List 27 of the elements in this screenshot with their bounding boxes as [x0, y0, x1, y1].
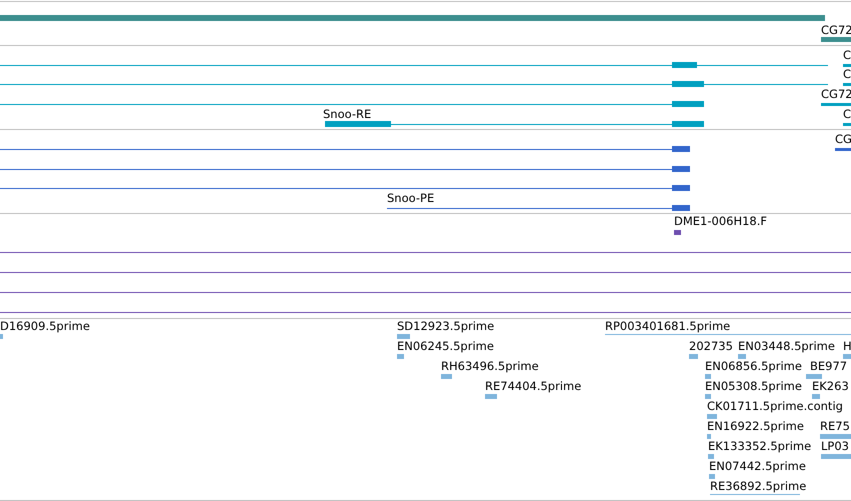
feature-label: D16909.5prime [0, 320, 90, 333]
feature-label: Snoo-PE [387, 192, 434, 205]
feature-label: EN07442.5prime [709, 460, 806, 473]
feature-label: C [843, 108, 851, 121]
feature-label: LP03 [821, 440, 849, 453]
feature-label: Snoo-RE [323, 108, 372, 121]
feature-label: SD12923.5prime [397, 320, 494, 333]
feature-label: RE74404.5prime [485, 380, 582, 393]
feature-label: DME1-006H18.F [674, 215, 768, 228]
feature-label: EN06856.5prime [705, 360, 802, 373]
feature-label: RE75 [820, 420, 850, 433]
feature-label: 202735 [689, 340, 733, 353]
feature-label: BE977 [810, 360, 848, 373]
feature-label: EK133352.5prime [708, 440, 812, 453]
feature-label: EN03448.5prime [738, 340, 835, 353]
feature-label: CG [835, 133, 851, 146]
feature-label: C [843, 49, 851, 62]
feature-label: CK01711.5prime.contig [707, 400, 843, 413]
feature-label: EN05308.5prime [705, 380, 802, 393]
feature-label: EN06245.5prime [397, 340, 494, 353]
feature-label: H [843, 340, 851, 353]
feature-label: EK263 [812, 380, 849, 393]
feature-label: RE36892.5prime [710, 480, 806, 493]
feature-label: RP003401681.5prime [605, 320, 730, 333]
feature-label: RH63496.5prime [441, 360, 539, 373]
feature-label: C [843, 68, 851, 81]
feature-label: EN16922.5prime [707, 420, 804, 433]
